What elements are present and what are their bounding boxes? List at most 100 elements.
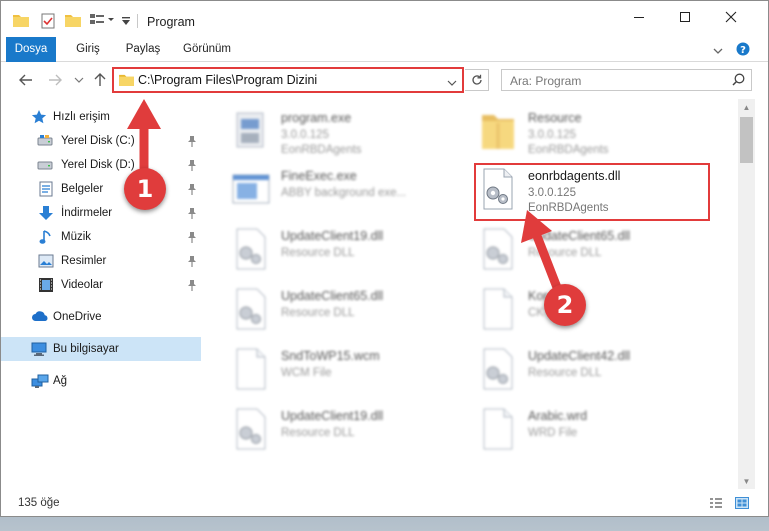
close-icon [725, 11, 737, 23]
recent-locations-button[interactable] [71, 72, 87, 88]
nav-quick-access[interactable]: Hızlı erişim [1, 105, 201, 129]
refresh-button[interactable] [465, 69, 489, 91]
file-name: SndToWP15.wcm [281, 349, 380, 363]
file-list: program.exe 3.0.0.125 EonRBDAgents Resou… [206, 99, 738, 489]
item-count: 135 öğe [18, 497, 60, 509]
file-name: UpdateClient19.dll [281, 229, 384, 243]
file-item[interactable]: UpdateClient42.dll Resource DLL [478, 345, 718, 401]
pin-icon[interactable] [187, 231, 197, 243]
file-name: UpdateClient42.dll [528, 349, 631, 363]
back-button[interactable] [18, 72, 34, 88]
title-bar: Program [1, 1, 768, 37]
file-name: eonrbdagents.dll [528, 169, 621, 183]
file-name: Kor [528, 289, 548, 303]
maximize-button[interactable] [662, 1, 708, 33]
tab-home[interactable]: Giriş [67, 37, 109, 62]
expand-ribbon-icon[interactable] [713, 44, 723, 58]
file-name: Resource [528, 111, 582, 125]
drive-icon [37, 134, 53, 150]
customize-toolbar-icon[interactable] [121, 15, 131, 31]
dll-gear-icon [236, 288, 266, 330]
file-description: CK [528, 307, 544, 319]
file-item[interactable]: SndToWP15.wcm WCM File [231, 345, 471, 401]
tab-view[interactable]: Görünüm [177, 37, 237, 62]
file-company: EonRBDAgents [528, 202, 609, 214]
nav-network[interactable]: Ağ [1, 369, 201, 393]
nav-drive-c-label: Yerel Disk (C:) [61, 135, 135, 147]
music-icon [39, 229, 55, 245]
file-item[interactable]: FineExec.exe ABBY background exe... [231, 165, 471, 221]
window-title: Program [147, 15, 195, 29]
file-item[interactable]: program.exe 3.0.0.125 EonRBDAgents [231, 107, 471, 163]
file-item[interactable]: Arabic.wrd WRD File [478, 405, 718, 461]
file-description: ABBY background exe... [281, 187, 407, 199]
forward-button[interactable] [47, 72, 63, 88]
nav-documents[interactable]: Belgeler [1, 177, 201, 201]
help-icon[interactable]: ? [736, 42, 750, 59]
pin-icon[interactable] [187, 135, 197, 147]
cloud-icon [31, 310, 48, 326]
ribbon-tabs: Dosya Giriş Paylaş Görünüm ? [1, 37, 768, 62]
file-explorer-window: Program Dosya Giriş Paylaş Görünüm ? C:\… [0, 0, 769, 517]
nav-drive-c[interactable]: Yerel Disk (C:) [1, 129, 201, 153]
nav-videos-label: Videolar [61, 279, 103, 291]
blank-file-icon [483, 408, 513, 450]
file-description: Resource DLL [528, 367, 602, 379]
nav-music[interactable]: Müzik [1, 225, 201, 249]
forward-arrow-icon [49, 74, 62, 86]
tab-file[interactable]: Dosya [6, 37, 56, 62]
minimize-button[interactable] [616, 1, 662, 33]
dll-gear-icon [483, 228, 513, 270]
file-item[interactable]: UpdateClient19.dll Resource DLL [231, 225, 471, 281]
nav-this-pc-label: Bu bilgisayar [53, 343, 119, 355]
up-button[interactable] [92, 72, 108, 88]
vertical-scrollbar[interactable]: ▲ ▼ [738, 99, 755, 489]
file-name: FineExec.exe [281, 169, 357, 183]
nav-this-pc[interactable]: Bu bilgisayar [1, 337, 201, 361]
pin-icon[interactable] [187, 207, 197, 219]
chevron-down-icon[interactable] [447, 76, 457, 90]
file-item[interactable]: Kor CK [478, 285, 718, 341]
file-item[interactable]: UpdateClient19.dll Resource DLL [231, 405, 471, 461]
address-bar[interactable]: C:\Program Files\Program Dizini [112, 67, 464, 93]
scroll-up-icon[interactable]: ▲ [738, 99, 755, 115]
file-item-eonrbdagents-dll[interactable]: eonrbdagents.dll 3.0.0.125 EonRBDAgents [478, 165, 718, 221]
tab-share[interactable]: Paylaş [119, 37, 167, 62]
nav-videos[interactable]: Videolar [1, 273, 201, 297]
documents-icon [39, 181, 55, 197]
pin-icon[interactable] [187, 279, 197, 291]
file-item[interactable]: Resource 3.0.0.125 EonRBDAgents [478, 107, 718, 163]
file-item[interactable]: UpdateClient65.dll Resource DLL [478, 225, 718, 281]
close-button[interactable] [708, 1, 754, 33]
view-options-icon[interactable] [89, 13, 115, 29]
nav-quick-access-label: Hızlı erişim [53, 111, 110, 123]
file-item[interactable]: UpdateClient65.dll Resource DLL [231, 285, 471, 341]
nav-pictures[interactable]: Resimler [1, 249, 201, 273]
nav-onedrive-label: OneDrive [53, 311, 102, 323]
search-icon [732, 73, 745, 89]
new-folder-icon[interactable] [65, 13, 81, 29]
nav-documents-label: Belgeler [61, 183, 104, 195]
nav-onedrive[interactable]: OneDrive [1, 305, 201, 329]
up-arrow-icon [94, 73, 106, 86]
star-icon [31, 109, 47, 125]
nav-drive-d[interactable]: Yerel Disk (D:) [1, 153, 201, 177]
pin-icon[interactable] [187, 183, 197, 195]
scroll-thumb[interactable] [740, 117, 753, 163]
file-description: Resource DLL [281, 247, 355, 259]
nav-music-label: Müzik [61, 231, 92, 243]
network-icon [31, 373, 49, 389]
blank-file-icon [236, 348, 266, 390]
properties-icon[interactable] [41, 13, 55, 29]
details-view-icon[interactable] [709, 497, 723, 509]
search-input[interactable]: Ara: Program [501, 69, 752, 91]
nav-downloads[interactable]: İndirmeler [1, 201, 201, 225]
dll-gear-icon [236, 228, 266, 270]
pin-icon[interactable] [187, 255, 197, 267]
scroll-down-icon[interactable]: ▼ [738, 473, 755, 489]
pin-icon[interactable] [187, 159, 197, 171]
pictures-icon [38, 254, 54, 270]
back-arrow-icon [19, 74, 32, 86]
large-icons-view-icon[interactable] [735, 497, 749, 509]
file-version: 3.0.0.125 [528, 187, 576, 199]
